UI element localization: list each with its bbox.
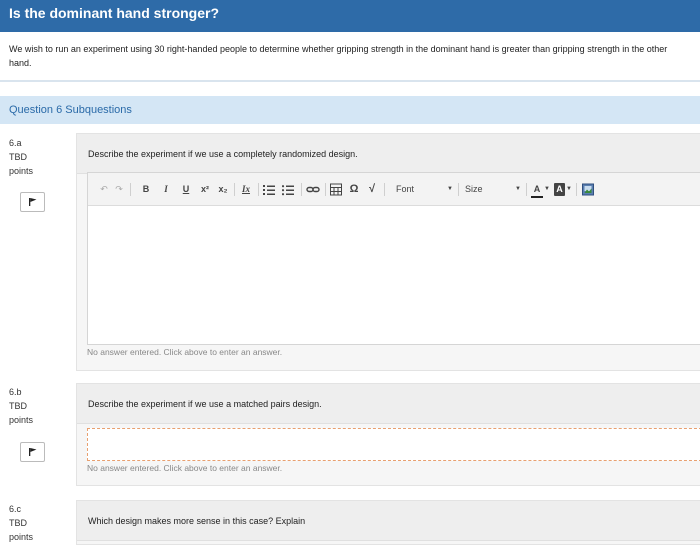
- question-prompt: Describe the experiment if we use a matc…: [77, 384, 700, 424]
- flag-button[interactable]: [20, 442, 45, 462]
- divider: [0, 80, 700, 82]
- answer-status: No answer entered. Click above to enter …: [87, 347, 283, 357]
- points-label: TBD: [9, 518, 27, 528]
- question-id: 6.a: [9, 138, 22, 148]
- redo-icon[interactable]: ↷: [113, 183, 125, 196]
- math-icon[interactable]: √: [366, 183, 378, 196]
- table-icon[interactable]: [330, 183, 342, 196]
- points-label: TBD: [9, 401, 27, 411]
- question-6a-meta: 6.a TBD points: [9, 136, 33, 178]
- clear-format-button[interactable]: Ix: [239, 183, 253, 196]
- toolbar-separator: [258, 183, 259, 196]
- question-6c-meta: 6.c TBD points: [9, 502, 33, 544]
- bold-button[interactable]: B: [140, 183, 152, 196]
- intro-text: We wish to run an experiment using 30 ri…: [9, 44, 668, 68]
- size-dropdown-label: Size: [465, 184, 483, 194]
- toolbar-separator: [325, 183, 326, 196]
- flag-button[interactable]: [20, 192, 45, 212]
- superscript-button[interactable]: x²: [198, 183, 212, 196]
- question-prompt: Which design makes more sense in this ca…: [77, 501, 700, 541]
- bullet-list-icon[interactable]: [282, 183, 294, 196]
- italic-button[interactable]: I: [160, 183, 172, 196]
- toolbar-separator: [576, 183, 577, 196]
- link-icon[interactable]: [306, 183, 320, 196]
- question-prompt: Describe the experiment if we use a comp…: [77, 134, 700, 174]
- question-6b-meta: 6.b TBD points: [9, 385, 33, 427]
- points-unit: points: [9, 166, 34, 176]
- background-color-button[interactable]: A: [554, 183, 565, 196]
- answer-status: No answer entered. Click above to enter …: [87, 463, 283, 473]
- flag-icon: [29, 448, 37, 456]
- numbered-list-icon[interactable]: [263, 183, 275, 196]
- rich-text-editor[interactable]: ↶ ↷ B I U x² x₂ Ix Ω √ Font ▼ Size ▼ A ▼…: [87, 172, 700, 345]
- toolbar-separator: [234, 183, 235, 196]
- points-unit: points: [9, 415, 34, 425]
- chevron-down-icon: ▼: [515, 186, 521, 192]
- chevron-down-icon: ▼: [544, 186, 550, 192]
- toolbar-separator: [384, 183, 385, 196]
- points-unit: points: [9, 532, 34, 542]
- toolbar-separator: [301, 183, 302, 196]
- image-icon[interactable]: [582, 183, 594, 196]
- font-dropdown-label: Font: [396, 184, 415, 194]
- points-label: TBD: [9, 152, 27, 162]
- special-character-icon[interactable]: Ω: [348, 183, 360, 196]
- toolbar-separator: [458, 183, 459, 196]
- toolbar-separator: [526, 183, 527, 196]
- question-6c-panel: Which design makes more sense in this ca…: [76, 500, 700, 545]
- page-title: Is the dominant hand stronger?: [0, 0, 700, 32]
- underline-button[interactable]: U: [180, 183, 192, 196]
- size-dropdown[interactable]: Size: [465, 183, 510, 196]
- flag-icon: [29, 198, 37, 206]
- subquestions-heading: Question 6 Subquestions: [0, 96, 700, 124]
- question-id: 6.c: [9, 504, 22, 514]
- chevron-down-icon: ▼: [566, 186, 572, 192]
- chevron-down-icon: ▼: [447, 186, 453, 192]
- editor-toolbar: ↶ ↷ B I U x² x₂ Ix Ω √ Font ▼ Size ▼ A ▼…: [88, 173, 700, 206]
- subscript-button[interactable]: x₂: [216, 183, 230, 196]
- question-id: 6.b: [9, 387, 22, 397]
- toolbar-separator: [130, 183, 131, 196]
- undo-icon[interactable]: ↶: [98, 183, 110, 196]
- answer-input-area[interactable]: [87, 428, 700, 461]
- font-color-button[interactable]: A: [531, 183, 543, 198]
